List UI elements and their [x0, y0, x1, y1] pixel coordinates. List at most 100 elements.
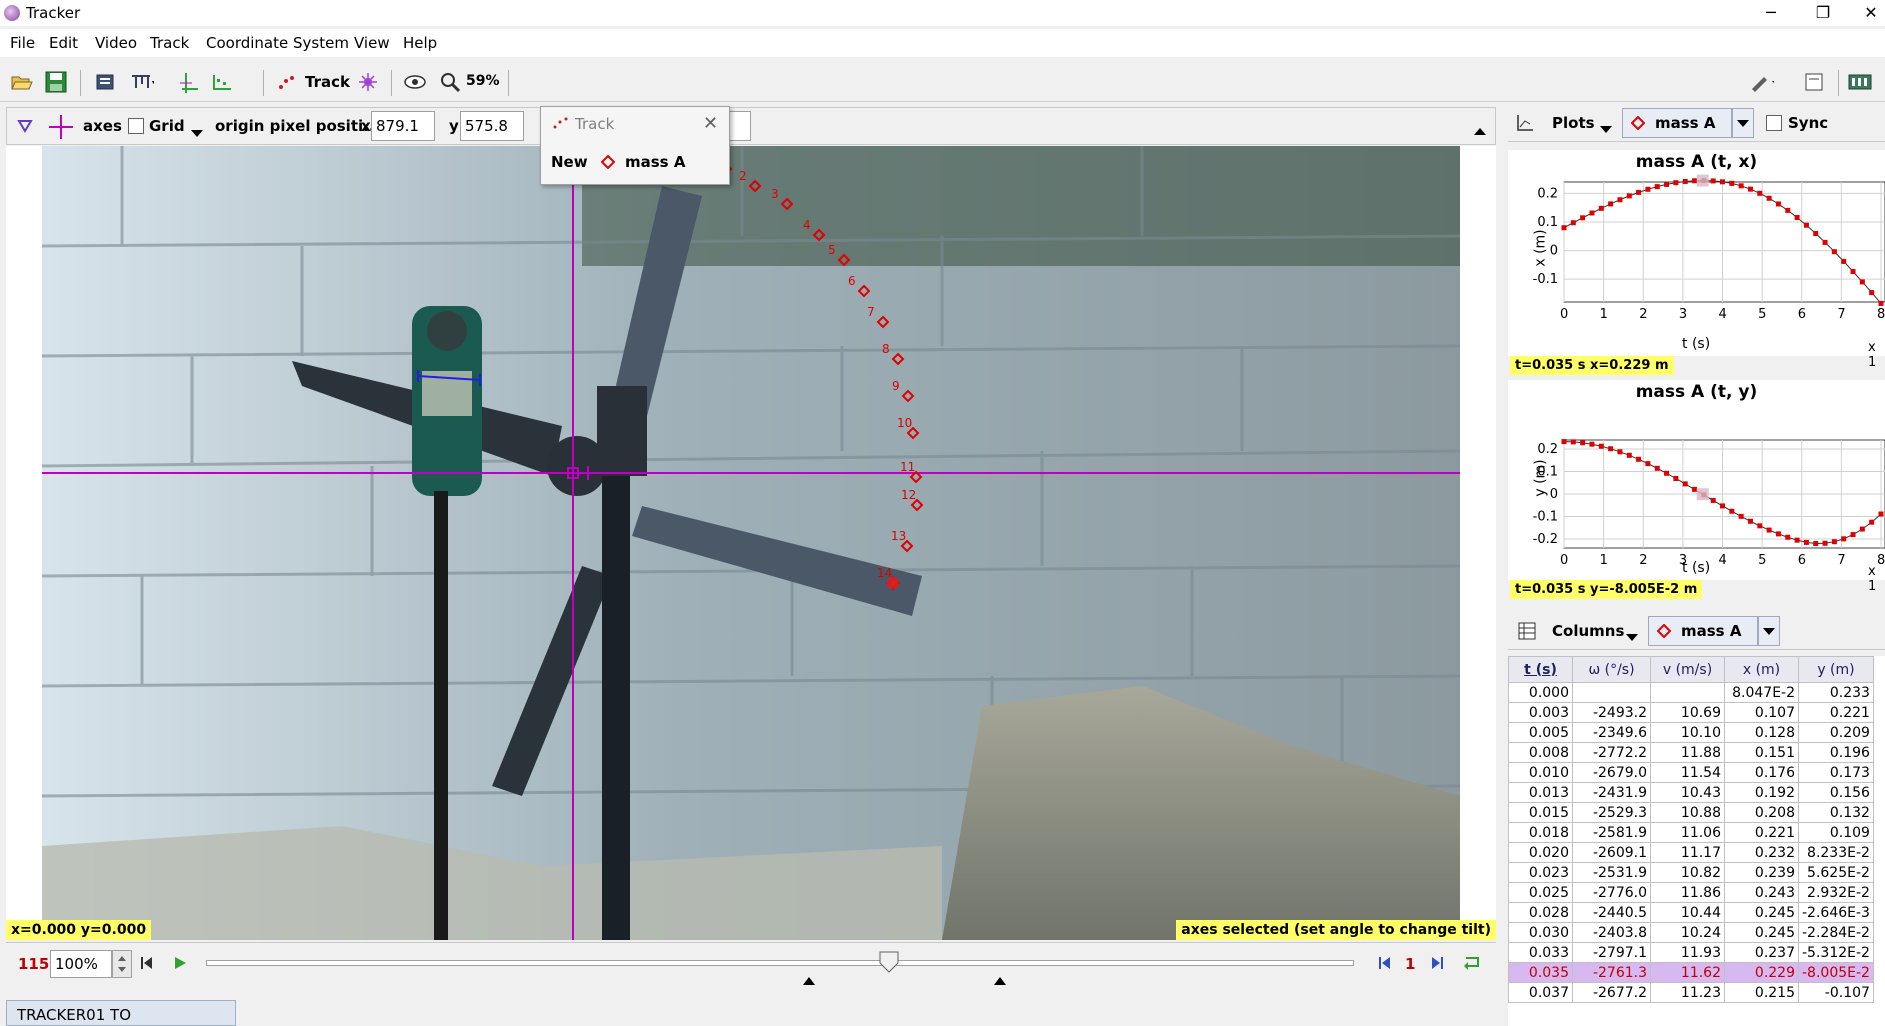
- data-point[interactable]: [1720, 503, 1725, 509]
- table-row[interactable]: 0.023 -2531.9 10.82 0.239 5.625E-2: [1508, 862, 1874, 883]
- measuring-tools-icon[interactable]: [211, 70, 235, 94]
- column-header[interactable]: v (m/s): [1650, 656, 1725, 683]
- data-point[interactable]: [1794, 537, 1800, 543]
- track-item-mass-a[interactable]: mass A: [625, 153, 685, 171]
- data-point[interactable]: [1878, 300, 1884, 306]
- data-point[interactable]: [1664, 470, 1670, 476]
- data-point[interactable]: [1775, 531, 1781, 537]
- data-point[interactable]: [1608, 446, 1614, 452]
- data-point[interactable]: [1841, 536, 1847, 542]
- data-point[interactable]: [1626, 452, 1632, 458]
- menu-file[interactable]: File: [10, 34, 35, 52]
- end-frame-marker[interactable]: [994, 971, 1006, 989]
- data-point[interactable]: [1729, 508, 1735, 514]
- sync-checkbox[interactable]: [1766, 115, 1782, 131]
- data-point[interactable]: [1710, 497, 1716, 503]
- data-point[interactable]: [1841, 258, 1847, 264]
- data-point[interactable]: [1831, 249, 1837, 255]
- data-point[interactable]: [1747, 518, 1753, 524]
- data-point[interactable]: [1738, 513, 1744, 519]
- menu-edit[interactable]: Edit: [49, 34, 78, 52]
- data-point[interactable]: [1831, 539, 1837, 545]
- video-slider-track[interactable]: [206, 960, 1354, 966]
- table-track-dropdown[interactable]: [1758, 616, 1780, 646]
- selected-data-point[interactable]: [1696, 174, 1709, 187]
- data-point[interactable]: [1757, 523, 1763, 529]
- data-point[interactable]: [1859, 526, 1865, 532]
- step-size[interactable]: 1: [1405, 955, 1415, 973]
- table-row[interactable]: 0.003 -2493.2 10.69 0.107 0.221: [1508, 702, 1874, 723]
- data-table[interactable]: t (s) ω (°/s) v (m/s) x (m) y (m) 0.000 8.047…: [1508, 656, 1885, 1026]
- video-slider-thumb[interactable]: [879, 951, 899, 977]
- axes-icon[interactable]: [177, 70, 201, 94]
- plots-button[interactable]: Plots: [1552, 114, 1595, 132]
- data-point[interactable]: [1561, 225, 1567, 231]
- step-forward-icon[interactable]: [1430, 956, 1444, 974]
- selected-point-marker[interactable]: [887, 577, 899, 589]
- table-row[interactable]: 0.000 8.047E-2 0.233: [1508, 682, 1874, 703]
- menu-help[interactable]: Help: [403, 34, 437, 52]
- table-track-selector[interactable]: mass A: [1648, 616, 1758, 646]
- origin-y-field[interactable]: [460, 111, 524, 141]
- collapse-arrow-icon[interactable]: [1474, 122, 1486, 140]
- calibration-tools-icon[interactable]: [130, 70, 154, 94]
- table-row[interactable]: 0.018 -2581.9 11.06 0.221 0.109: [1508, 822, 1874, 843]
- data-point[interactable]: [1729, 180, 1735, 186]
- data-point[interactable]: [1738, 183, 1744, 189]
- new-track-menu-item[interactable]: New: [551, 153, 588, 171]
- data-point[interactable]: [1589, 210, 1595, 216]
- data-point[interactable]: [1617, 197, 1623, 203]
- data-point[interactable]: [1766, 527, 1772, 533]
- data-point[interactable]: [1692, 178, 1698, 184]
- data-point[interactable]: [1850, 532, 1856, 538]
- table-row[interactable]: 0.035 -2761.3 11.62 0.229 -8.005E-2: [1508, 962, 1874, 983]
- data-point[interactable]: [1813, 541, 1819, 547]
- menu-video[interactable]: Video: [95, 34, 137, 52]
- data-point[interactable]: [1692, 486, 1698, 492]
- play-icon[interactable]: [173, 956, 187, 974]
- memory-icon[interactable]: [1848, 70, 1872, 94]
- table-row[interactable]: 0.013 -2431.9 10.43 0.192 0.156: [1508, 782, 1874, 803]
- close-icon[interactable]: ✕: [703, 113, 718, 134]
- save-icon[interactable]: [44, 70, 68, 94]
- data-point[interactable]: [1869, 519, 1875, 525]
- data-point[interactable]: [1673, 475, 1679, 481]
- data-point[interactable]: [1580, 215, 1586, 221]
- plot-track-selector[interactable]: mass A: [1622, 108, 1732, 138]
- data-point[interactable]: [1570, 220, 1576, 226]
- plot-t-y[interactable]: mass A (t, y) 0 1 2 3 4 5 6 7 8 0.2 0.1 0 -0.1 -0.2 y…: [1508, 380, 1885, 594]
- plot-view-icon[interactable]: [1516, 114, 1534, 136]
- table-row[interactable]: 0.037 -2677.2 11.23 0.215 -0.107: [1508, 982, 1874, 1003]
- eye-icon[interactable]: [403, 70, 427, 94]
- data-point[interactable]: [1710, 178, 1716, 184]
- chevron-down-icon[interactable]: [1600, 120, 1612, 138]
- video-panel[interactable]: 01234567891011121314 x=0.000 y=0.000 axe…: [6, 146, 1496, 940]
- data-point[interactable]: [1757, 190, 1763, 196]
- grid-label[interactable]: Grid: [149, 117, 185, 135]
- create-track-button[interactable]: Track: [305, 73, 350, 91]
- table-row[interactable]: 0.020 -2609.1 11.17 0.232 8.233E-2: [1508, 842, 1874, 863]
- origin-x-field[interactable]: [371, 111, 435, 141]
- data-point[interactable]: [1803, 222, 1809, 228]
- angle-field[interactable]: [727, 111, 751, 141]
- data-point[interactable]: [1878, 511, 1884, 517]
- data-point[interactable]: [1682, 178, 1688, 184]
- table-row[interactable]: 0.028 -2440.5 10.44 0.245 -2.646E-3: [1508, 902, 1874, 923]
- column-header[interactable]: y (m): [1798, 656, 1874, 683]
- data-point[interactable]: [1570, 439, 1576, 445]
- data-point[interactable]: [1580, 440, 1586, 446]
- table-row[interactable]: 0.005 -2349.6 10.10 0.128 0.209: [1508, 722, 1874, 743]
- data-point[interactable]: [1822, 540, 1828, 546]
- selected-data-point[interactable]: [1696, 488, 1709, 501]
- menu-view[interactable]: View: [354, 34, 390, 52]
- step-back-icon[interactable]: [1378, 956, 1392, 974]
- plot-t-x[interactable]: mass A (t, x) 0 1 2 3 4 5 6 7 8 0.2 0.1 0 -0.1 x (m)…: [1508, 150, 1885, 370]
- data-point[interactable]: [1598, 443, 1604, 449]
- sync-label[interactable]: Sync: [1788, 114, 1828, 132]
- column-header[interactable]: t (s): [1508, 656, 1573, 683]
- data-point[interactable]: [1617, 449, 1623, 455]
- data-point[interactable]: [1636, 456, 1642, 462]
- close-button[interactable]: ✕: [1848, 2, 1885, 24]
- data-point[interactable]: [1561, 439, 1567, 445]
- data-point[interactable]: [1589, 441, 1595, 447]
